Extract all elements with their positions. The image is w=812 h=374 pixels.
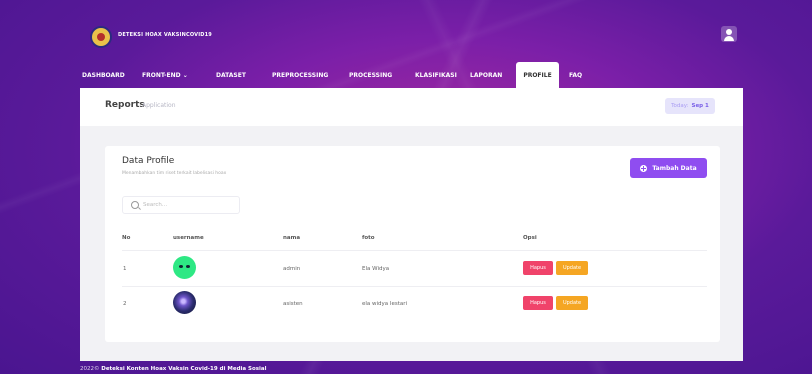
today-badge[interactable]: Today: Sep 1 (665, 98, 715, 114)
add-data-button[interactable]: Tambah Data (630, 158, 707, 178)
today-label: Today: (671, 103, 689, 109)
card-subtitle: Menambahkan tim riset terkait labelisasi… (122, 171, 227, 176)
avatar (173, 291, 196, 314)
row-foto: ela widya lestari (362, 301, 408, 307)
nav-processing[interactable]: PROCESSING (349, 62, 415, 88)
today-value: Sep 1 (691, 103, 709, 109)
header-nama: nama (283, 235, 301, 241)
plus-circle-icon (640, 164, 648, 172)
nav-klasifikasi[interactable]: KLASIFIKASI (415, 62, 470, 88)
content-panel: Reports Application Today: Sep 1 Data Pr… (80, 88, 743, 361)
footer-text[interactable]: Deteksi Konten Hoax Vaksin Covid-19 di M… (101, 366, 266, 372)
user-profile-icon[interactable] (721, 26, 737, 42)
header-no: No (122, 235, 131, 241)
page-subtitle: Application (142, 102, 176, 109)
footer-year: 2022© (80, 366, 100, 372)
row-number: 2 (123, 301, 127, 307)
row-number: 1 (123, 266, 127, 272)
card-title: Data Profile (122, 156, 175, 166)
header-opsi: Opsi (523, 235, 537, 241)
reports-header: Reports Application Today: Sep 1 (80, 88, 743, 126)
nav-dataset[interactable]: DATASET (216, 62, 272, 88)
search-box[interactable] (122, 196, 240, 214)
row-foto: Ela Widya (362, 266, 390, 272)
search-icon (131, 201, 139, 209)
row-divider (122, 250, 707, 251)
top-bar: DETEKSI HOAX VAKSINCOVID19 (78, 22, 742, 52)
logo-emblem-icon[interactable] (90, 26, 112, 48)
update-button[interactable]: Update (556, 296, 588, 310)
search-input[interactable] (143, 199, 233, 211)
delete-button[interactable]: Hapus (523, 296, 553, 310)
nav-faq[interactable]: FAQ (559, 62, 589, 88)
nav-front-end[interactable]: FRONT-END ⌄ (142, 62, 216, 88)
row-divider (122, 286, 707, 287)
nav-dashboard[interactable]: DASHBOARD (80, 62, 142, 88)
avatar (173, 256, 196, 279)
nav-laporan[interactable]: LAPORAN (470, 62, 516, 88)
row-nama: asisten (283, 301, 303, 307)
nav-preprocessing[interactable]: PREPROCESSING (272, 62, 349, 88)
row-nama: admin (283, 266, 301, 272)
header-foto: foto (362, 235, 375, 241)
main-nav: DASHBOARD FRONT-END ⌄ DATASET PREPROCESS… (80, 62, 589, 88)
update-button[interactable]: Update (556, 261, 588, 275)
brand-name[interactable]: DETEKSI HOAX VAKSINCOVID19 (118, 32, 212, 38)
footer: 2022© Deteksi Konten Hoax Vaksin Covid-1… (80, 366, 267, 372)
header-username: username (173, 235, 204, 241)
delete-button[interactable]: Hapus (523, 261, 553, 275)
nav-profile[interactable]: PROFILE (516, 62, 559, 88)
data-profile-card: Data Profile Menambahkan tim riset terka… (105, 146, 720, 342)
add-data-label: Tambah Data (652, 164, 697, 172)
page-title: Reports (105, 100, 145, 110)
